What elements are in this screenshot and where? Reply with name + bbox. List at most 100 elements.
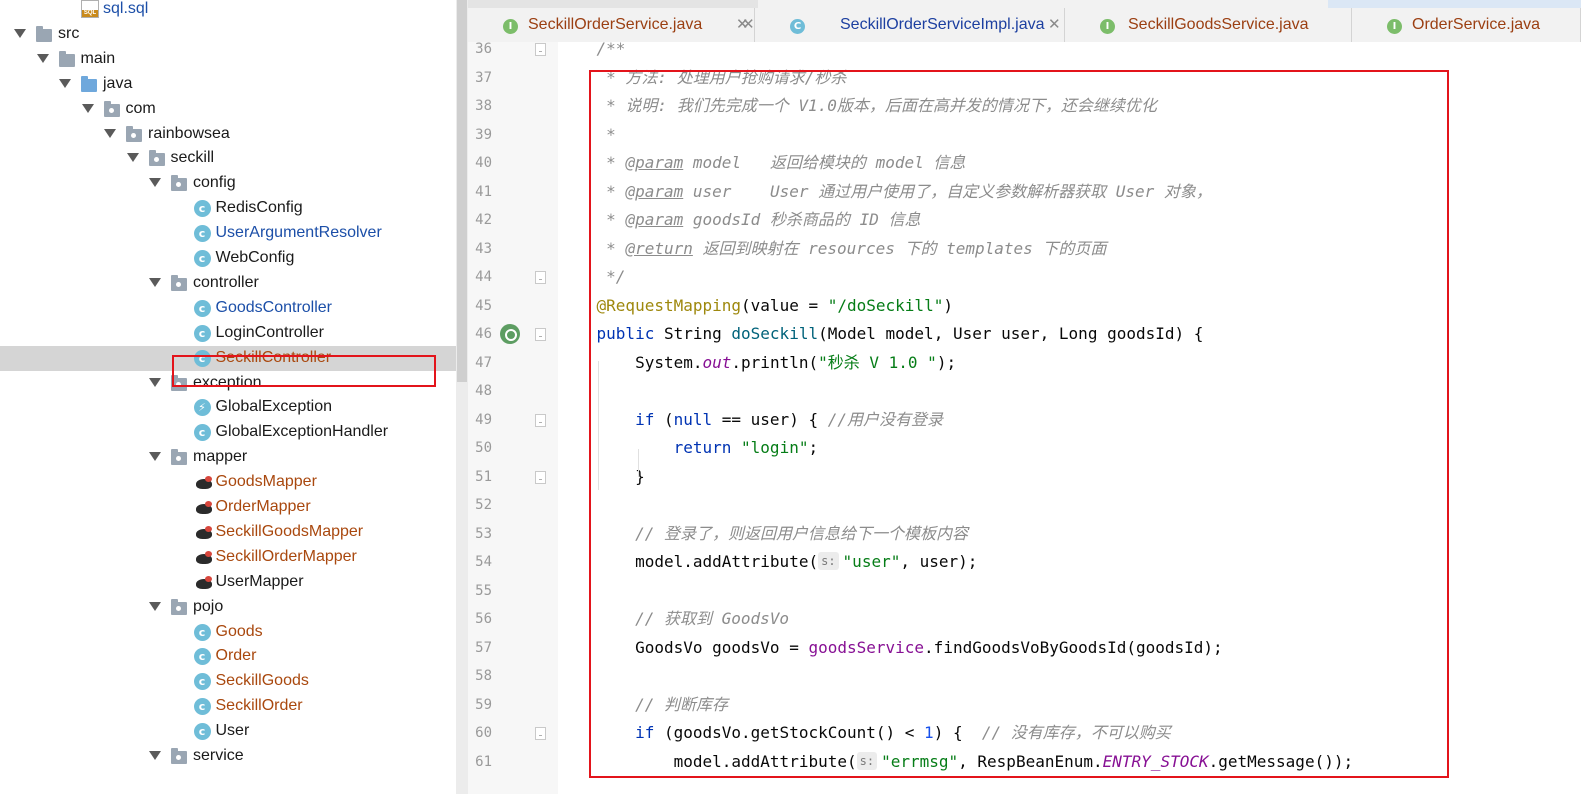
code-line[interactable]: System.out.println("秒杀 V 1.0 "); (558, 349, 956, 377)
expand-arrow-icon[interactable] (149, 178, 161, 188)
fold-marker-icon[interactable] (535, 413, 546, 427)
class-icon: c (193, 623, 211, 641)
tree-item-label: SeckillGoods (215, 672, 309, 690)
mybatis-mapper-icon (194, 575, 214, 590)
editor-tab-orderservice-java[interactable]: I OrderService.java (1352, 8, 1581, 42)
line-number: 40 (475, 155, 492, 171)
code-line[interactable]: /** (558, 42, 626, 63)
scrolled-tab-strip (1328, 0, 1581, 8)
tab-label: OrderService.java (1412, 16, 1541, 33)
request-mapping-gutter-icon[interactable] (500, 324, 520, 344)
expand-arrow-icon[interactable] (59, 78, 71, 88)
code-line[interactable]: // 判断库存 (558, 691, 728, 719)
code-area[interactable]: /** * 方法: 处理用户抢购请求/秒杀 * 说明: 我们先完成一个 V1.0… (558, 42, 1581, 794)
tree-item-order[interactable]: c Order (0, 644, 456, 669)
tree-item-goods[interactable]: c Goods (0, 620, 456, 645)
code-line[interactable]: public String doSeckill(Model model, Use… (558, 320, 1204, 348)
code-line[interactable]: * 方法: 处理用户抢购请求/秒杀 (558, 64, 846, 92)
code-line[interactable]: if (goodsVo.getStockCount() < 1) { // 没有… (558, 719, 1171, 747)
tree-item-goodsmapper[interactable]: GoodsMapper (0, 470, 456, 495)
code-line[interactable]: // 获取到 GoodsVo (558, 605, 789, 633)
tree-item-webconfig[interactable]: c WebConfig (0, 246, 456, 271)
tree-item-exception[interactable]: exception (0, 371, 456, 396)
code-line[interactable]: // 登录了，则返回用户信息给下一个模板内容 (558, 520, 968, 548)
tree-item-label: exception (193, 373, 262, 391)
fold-marker-icon[interactable] (535, 328, 546, 341)
code-line[interactable]: * @param goodsId 秒杀商品的 ID 信息 (558, 206, 920, 234)
editor-tab-seckillorderserviceimpl-java[interactable]: C SeckillOrderServiceImpl.java ✕ (755, 8, 1065, 42)
tree-item-pojo[interactable]: pojo (0, 595, 456, 620)
tree-item-ordermapper[interactable]: OrderMapper (0, 495, 456, 520)
tree-item-usermapper[interactable]: UserMapper (0, 570, 456, 595)
tree-item-userargumentresolver[interactable]: c UserArgumentResolver (0, 221, 456, 246)
expand-arrow-icon[interactable] (126, 153, 139, 163)
code-line[interactable]: @RequestMapping(value = "/doSeckill") (558, 292, 953, 320)
expand-arrow-icon[interactable] (104, 128, 116, 138)
tree-item-seckillorder[interactable]: c SeckillOrder (0, 694, 456, 719)
tree-item-goodscontroller[interactable]: c GoodsController (0, 296, 456, 321)
tree-item-seckillgoodsmapper[interactable]: SeckillGoodsMapper (0, 520, 456, 545)
expand-arrow-icon[interactable] (36, 53, 49, 63)
expand-arrow-icon[interactable] (149, 751, 161, 760)
tree-item-java[interactable]: java (0, 72, 456, 97)
editor-tab-seckillorderservice-java[interactable]: I SeckillOrderService.java ✕ (468, 8, 755, 42)
tree-scrollbar-thumb[interactable] (457, 0, 467, 382)
code-line[interactable]: * 说明: 我们先完成一个 V1.0版本，后面在高并发的情况下，还会继续优化 (558, 92, 1157, 120)
tree-item-com[interactable]: com (0, 97, 456, 122)
tree-scrollbar[interactable] (456, 0, 468, 794)
tree-item-config[interactable]: config (0, 171, 456, 196)
code-line[interactable]: */ (558, 263, 625, 291)
code-line[interactable]: GoodsVo goodsVo = goodsService.findGoods… (558, 634, 1223, 662)
close-tab-icon[interactable]: ✕ (736, 15, 749, 33)
code-line[interactable]: model.addAttribute(s: "errmsg", RespBeanE… (558, 748, 1353, 776)
code-line[interactable]: } (558, 463, 645, 491)
tree-item-sql-sql[interactable]: sql.sql (0, 0, 456, 22)
tree-item-label: main (80, 49, 116, 67)
expand-arrow-icon[interactable] (149, 377, 161, 387)
tree-item-label: src (58, 24, 80, 42)
tree-item-main[interactable]: main (0, 47, 456, 72)
expand-arrow-icon[interactable] (149, 452, 161, 462)
tree-item-user[interactable]: c User (0, 719, 456, 744)
code-line[interactable]: model.addAttribute(s: "user", user); (558, 548, 977, 576)
tree-item-rainbowsea[interactable]: rainbowsea (0, 122, 456, 147)
fold-marker-icon[interactable] (535, 43, 546, 56)
tree-item-controller[interactable]: controller (0, 271, 456, 296)
fold-marker-icon[interactable] (535, 470, 546, 484)
tree-item-service[interactable]: service (0, 744, 456, 769)
fold-marker-icon[interactable] (535, 727, 546, 740)
folder-icon (58, 50, 75, 67)
code-token: 返回给模块的 model 信息 (741, 153, 966, 172)
tree-item-globalexceptionhandler[interactable]: c GlobalExceptionHandler (0, 420, 456, 445)
expand-arrow-icon[interactable] (149, 277, 161, 287)
expand-arrow-icon[interactable] (81, 103, 94, 113)
expand-arrow-icon[interactable] (14, 28, 26, 38)
tree-item-redisconfig[interactable]: c RedisConfig (0, 196, 456, 221)
tree-item-mapper[interactable]: mapper (0, 445, 456, 470)
class-icon: c (193, 250, 211, 267)
code-line[interactable]: * @return 返回到映射在 resources 下的 templates … (558, 235, 1106, 263)
code-token: , RespBeanEnum. (958, 751, 1103, 771)
code-line[interactable]: * (558, 121, 616, 149)
code-editor[interactable]: I SeckillOrderService.java ✕ C SeckillOrderS… (468, 0, 1581, 794)
tree-item-seckill[interactable]: seckill (0, 146, 456, 171)
expand-arrow-icon[interactable] (149, 601, 161, 611)
tree-item-globalexception[interactable]: ⚡ GlobalException (0, 395, 456, 420)
editor-tab-seckillgoodsservice-java[interactable]: I SeckillGoodsService.java ✕ (736, 8, 1352, 42)
code-line[interactable]: * @param user User 通过用户使用了，自定义参数解析器获取 Us… (558, 178, 1212, 206)
tree-item-src[interactable]: src (0, 22, 456, 47)
tree-item-label: GlobalException (215, 398, 333, 416)
code-line[interactable]: * @param model 返回给模块的 model 信息 (558, 149, 965, 177)
tree-item-seckillcontroller[interactable]: c SeckillController (0, 345, 456, 371)
tree-item-logincontroller[interactable]: c LoginController (0, 321, 456, 346)
close-tab-icon[interactable]: ✕ (1048, 15, 1061, 33)
code-token: * (558, 238, 626, 258)
code-token: // 获取到 GoodsVo (635, 609, 790, 628)
tree-item-seckillgoods[interactable]: c SeckillGoods (0, 669, 456, 694)
code-line[interactable]: if (null == user) { //用户没有登录 (558, 406, 943, 434)
tree-item-seckillordermapper[interactable]: SeckillOrderMapper (0, 545, 456, 570)
tree-item-label: config (193, 174, 236, 192)
mybatis-mapper-icon (194, 550, 214, 565)
fold-marker-icon[interactable] (535, 271, 546, 284)
